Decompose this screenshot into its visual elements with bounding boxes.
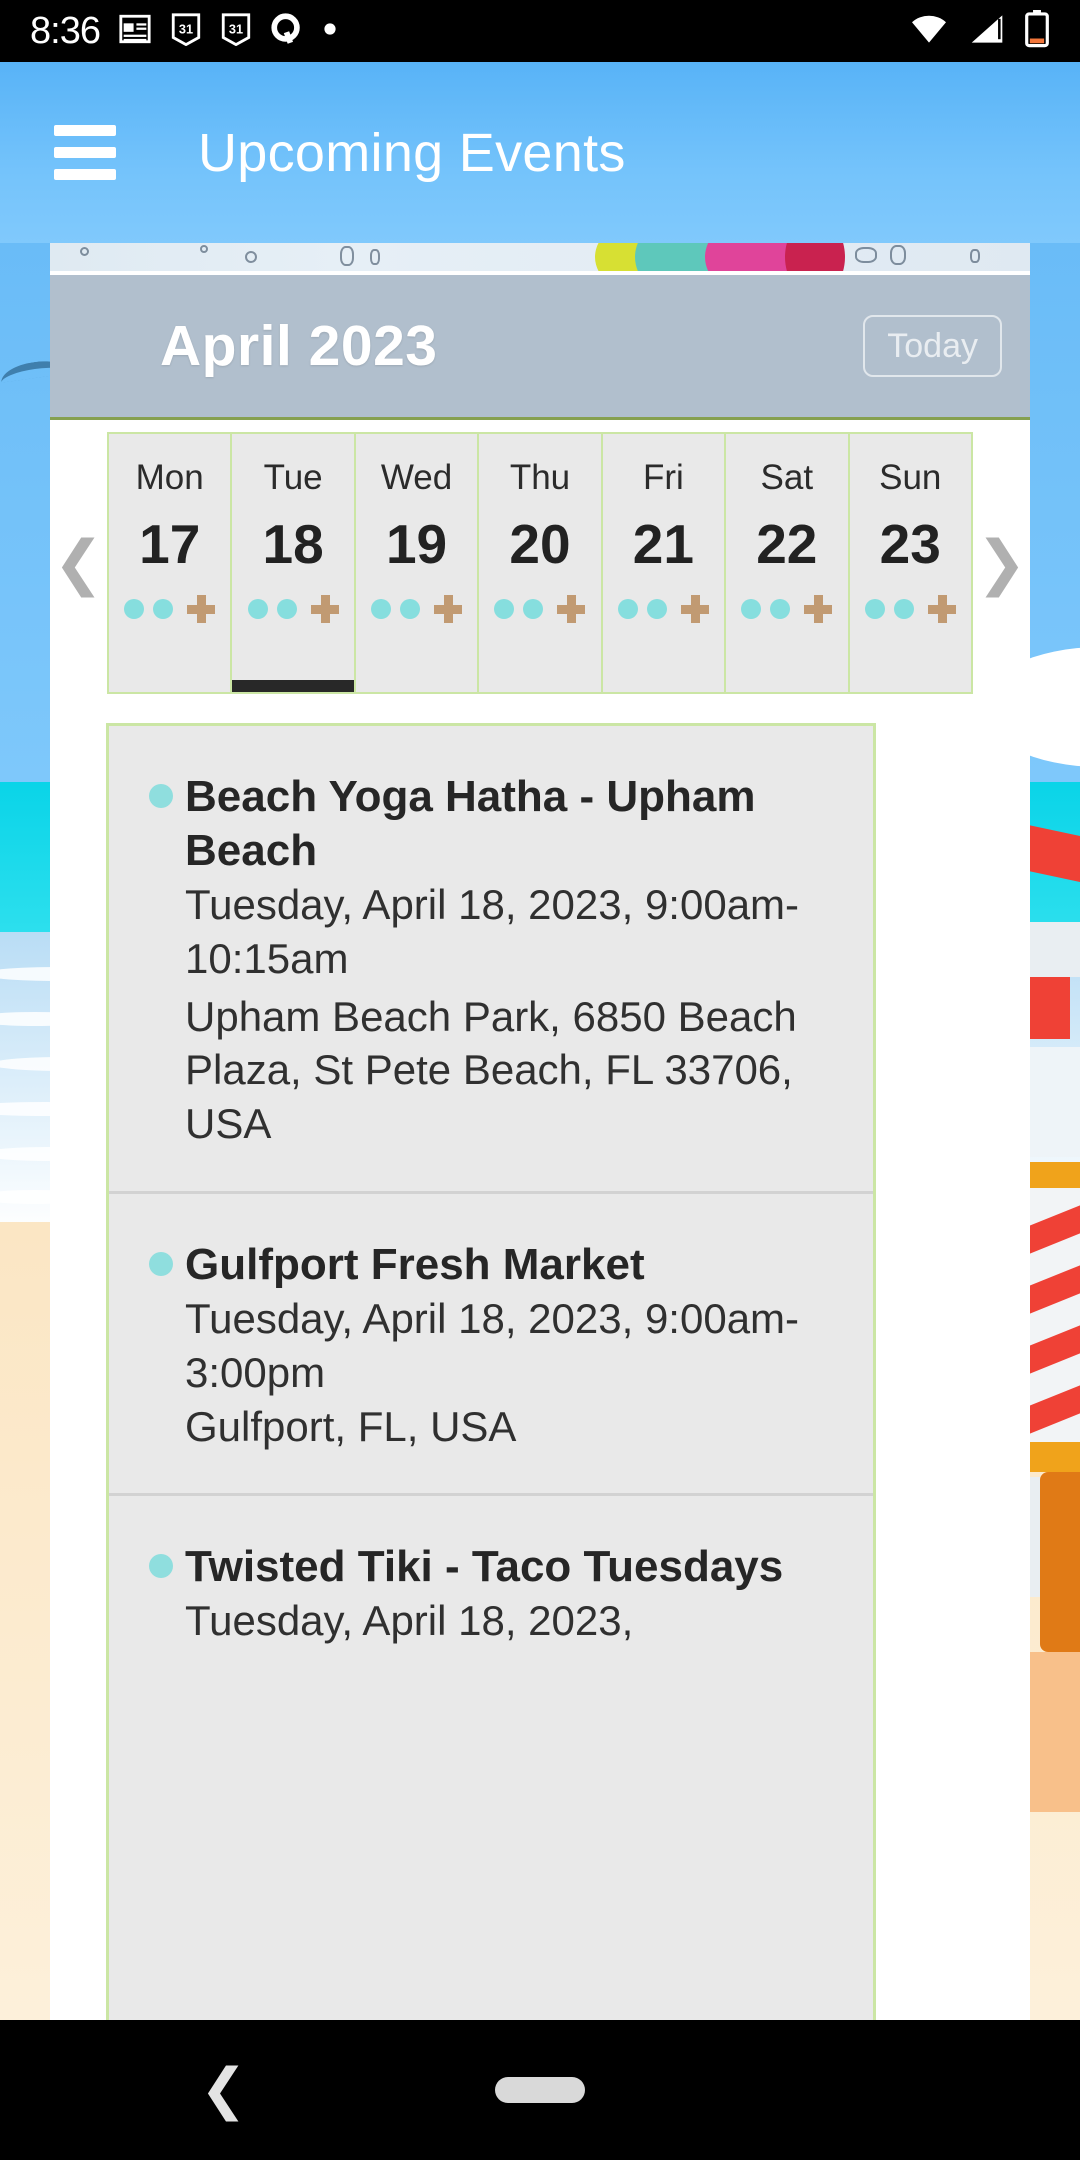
event-dot-icon bbox=[770, 599, 791, 619]
event-dot-icon bbox=[153, 599, 174, 619]
day-name: Tue bbox=[263, 458, 323, 497]
next-week-arrow-icon[interactable]: ❯ bbox=[973, 533, 1030, 593]
calendar-31-icon: 31 bbox=[220, 12, 252, 51]
day-cell-sun[interactable]: Sun 23 bbox=[849, 434, 971, 692]
home-pill-icon[interactable] bbox=[495, 2077, 585, 2103]
event-title: Gulfport Fresh Market bbox=[185, 1239, 645, 1289]
selected-day-indicator bbox=[232, 680, 354, 692]
phone-screen: April 2023 Today ❮ Mon 17 Tue 18 Wed 19 … bbox=[0, 0, 1080, 2160]
header-photo-strip bbox=[50, 243, 1030, 271]
day-cell-mon[interactable]: Mon 17 bbox=[109, 434, 233, 692]
today-button[interactable]: Today bbox=[863, 315, 1002, 377]
quora-q-icon bbox=[270, 12, 304, 51]
day-cell-tue[interactable]: Tue 18 bbox=[232, 434, 356, 692]
day-cell-sat[interactable]: Sat 22 bbox=[726, 434, 850, 692]
event-dot-icon bbox=[247, 599, 268, 619]
day-markers bbox=[617, 594, 709, 624]
day-number: 19 bbox=[385, 513, 448, 575]
svg-text:31: 31 bbox=[229, 21, 243, 36]
day-number: 21 bbox=[632, 513, 694, 575]
day-number: 22 bbox=[756, 513, 818, 575]
day-number: 17 bbox=[139, 513, 201, 575]
status-bar-left: 8:36 31 31 bbox=[0, 12, 338, 51]
event-location: Upham Beach Park, 6850 Beach Plaza, St P… bbox=[185, 992, 797, 1148]
wifi-icon bbox=[908, 12, 950, 51]
system-nav-bar: ❮ bbox=[0, 2020, 1080, 2160]
event-title: Beach Yoga Hatha - Upham Beach bbox=[185, 772, 756, 876]
day-markers bbox=[864, 594, 956, 624]
event-datetime: Tuesday, April 18, 2023, bbox=[185, 1597, 634, 1645]
status-clock: 8:36 bbox=[30, 10, 101, 52]
content-sheet: April 2023 Today ❮ Mon 17 Tue 18 Wed 19 … bbox=[50, 243, 1030, 2020]
day-cell-wed[interactable]: Wed 19 bbox=[355, 434, 480, 692]
chevron-back-icon[interactable]: ❮ bbox=[200, 2062, 247, 2118]
event-bullet-icon bbox=[149, 784, 173, 808]
month-banner: April 2023 Today bbox=[50, 275, 1030, 420]
calendar-31-icon: 31 bbox=[170, 12, 202, 51]
hamburger-menu-icon[interactable] bbox=[54, 125, 116, 180]
event-dot-icon bbox=[864, 599, 885, 619]
event-dot-icon bbox=[124, 599, 145, 619]
more-events-plus-icon bbox=[927, 595, 956, 623]
event-location: Gulfport, FL, USA bbox=[185, 1402, 517, 1450]
day-number: 23 bbox=[879, 513, 941, 575]
event-list-item[interactable]: Gulfport Fresh Market Tuesday, April 18,… bbox=[109, 1194, 873, 1497]
day-cell-thu[interactable]: Thu 20 bbox=[479, 434, 603, 692]
prev-week-arrow-icon[interactable]: ❮ bbox=[50, 533, 107, 593]
day-markers bbox=[494, 594, 586, 624]
event-bullet-icon bbox=[149, 1251, 173, 1276]
day-markers bbox=[247, 594, 339, 624]
more-events-plus-icon bbox=[557, 595, 586, 623]
event-datetime: Tuesday, April 18, 2023, 9:00am-10:15am bbox=[185, 881, 800, 982]
day-name: Fri bbox=[642, 458, 684, 497]
event-list-item[interactable]: Twisted Tiki - Taco Tuesdays Tuesday, Ap… bbox=[109, 1496, 873, 1688]
more-events-plus-icon bbox=[310, 595, 339, 623]
page-title: Upcoming Events bbox=[198, 122, 626, 183]
day-name: Sat bbox=[760, 458, 814, 497]
event-dot-icon bbox=[494, 599, 515, 619]
event-dot-icon bbox=[741, 599, 762, 619]
week-strip: ❮ Mon 17 Tue 18 Wed 19 Thu 20 Fri 21 Sat… bbox=[50, 423, 1030, 703]
app-bar: Upcoming Events bbox=[0, 62, 1080, 243]
day-markers bbox=[371, 594, 463, 624]
more-events-plus-icon bbox=[187, 595, 216, 623]
event-dot-icon bbox=[371, 599, 392, 619]
event-dot-icon bbox=[893, 599, 914, 619]
month-label: April 2023 bbox=[160, 314, 438, 378]
week-day-grid: Mon 17 Tue 18 Wed 19 Thu 20 Fri 21 Sat 2… bbox=[107, 432, 973, 694]
day-name: Sun bbox=[879, 458, 942, 497]
event-dot-icon bbox=[276, 599, 297, 619]
day-name: Wed bbox=[380, 458, 453, 497]
more-events-plus-icon bbox=[434, 595, 463, 623]
event-dot-icon bbox=[646, 599, 667, 619]
news-icon bbox=[118, 12, 152, 51]
chair-leg bbox=[1040, 1472, 1080, 1652]
more-events-plus-icon bbox=[804, 595, 833, 623]
svg-text:31: 31 bbox=[179, 21, 193, 36]
event-dot-icon bbox=[523, 599, 544, 619]
day-markers bbox=[741, 594, 833, 624]
day-name: Thu bbox=[509, 458, 571, 497]
event-datetime: Tuesday, April 18, 2023, 9:00am-3:00pm bbox=[185, 1295, 800, 1396]
event-dot-icon bbox=[400, 599, 421, 619]
event-dot-icon bbox=[617, 599, 638, 619]
dot-icon bbox=[322, 21, 338, 42]
day-cell-fri[interactable]: Fri 21 bbox=[602, 434, 727, 692]
status-bar-right bbox=[908, 9, 1080, 53]
more-events-plus-icon bbox=[680, 595, 709, 623]
day-number: 18 bbox=[262, 513, 324, 575]
day-number: 20 bbox=[509, 513, 571, 575]
event-title: Twisted Tiki - Taco Tuesdays bbox=[185, 1542, 784, 1592]
event-list: Beach Yoga Hatha - Upham Beach Tuesday, … bbox=[106, 723, 876, 2020]
event-bullet-icon bbox=[149, 1554, 173, 1579]
day-name: Mon bbox=[135, 458, 204, 497]
day-markers bbox=[124, 594, 216, 624]
status-bar: 8:36 31 31 bbox=[0, 0, 1080, 62]
cellular-signal-icon bbox=[968, 12, 1006, 51]
event-list-item[interactable]: Beach Yoga Hatha - Upham Beach Tuesday, … bbox=[109, 726, 873, 1194]
battery-low-icon bbox=[1024, 9, 1050, 53]
